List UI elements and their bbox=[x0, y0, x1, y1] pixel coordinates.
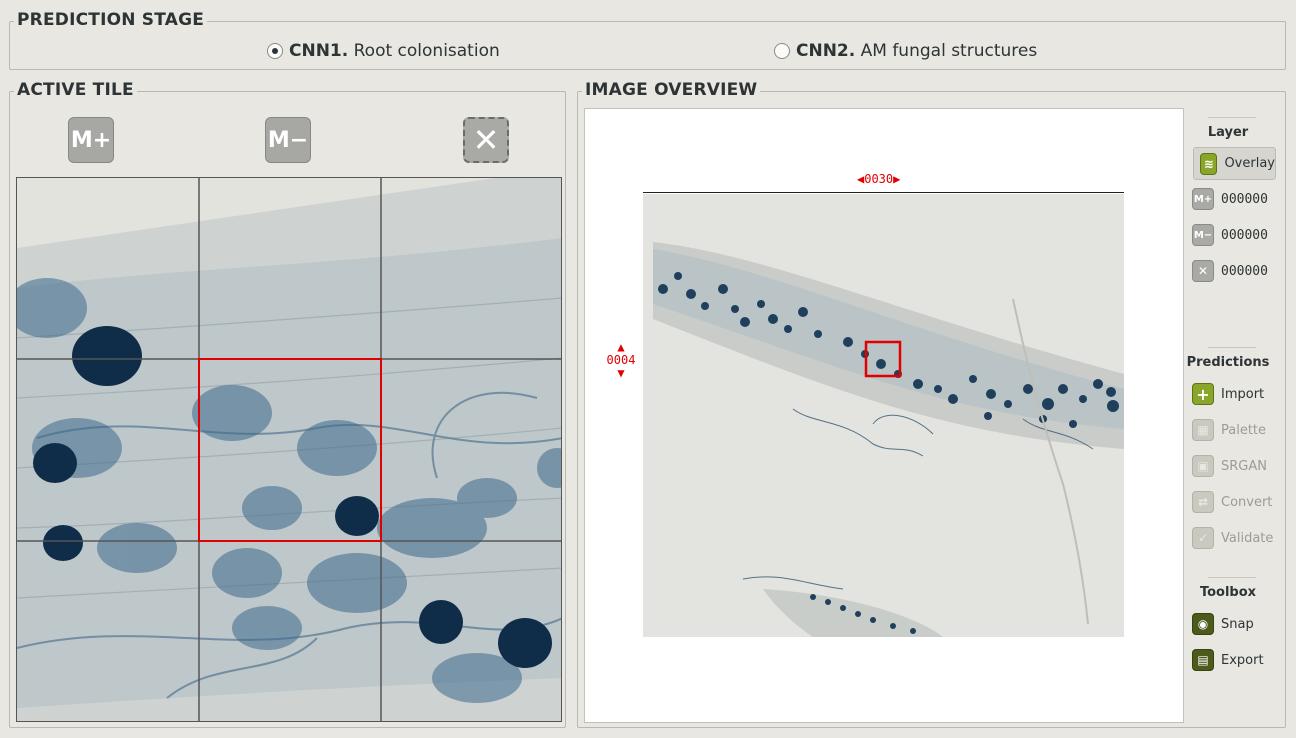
toolbox-separator bbox=[1208, 577, 1256, 578]
cnn2-label-bold: CNN2. bbox=[796, 41, 856, 61]
tile-image-svg bbox=[17, 178, 561, 721]
radio-checked-icon[interactable] bbox=[267, 43, 283, 59]
convert-label: Convert bbox=[1221, 494, 1273, 510]
m-plus-button[interactable]: M+ bbox=[68, 117, 114, 163]
convert-icon: ⇄ bbox=[1192, 491, 1214, 513]
srgan-label: SRGAN bbox=[1221, 458, 1267, 474]
cnn1-label-bold: CNN1. bbox=[289, 41, 349, 61]
overview-image[interactable] bbox=[643, 194, 1124, 637]
image-overview-group: IMAGE OVERVIEW ◀0030▶ ▲ 0004 ▼ Layer ≋ O… bbox=[577, 80, 1286, 728]
clear-count: 000000 bbox=[1221, 263, 1268, 279]
m-minus-icon: M− bbox=[1192, 224, 1214, 246]
validate-label: Validate bbox=[1221, 530, 1274, 546]
overview-top-rule bbox=[643, 192, 1124, 193]
clear-layer[interactable]: ✕ 000000 bbox=[1192, 258, 1268, 284]
arrow-down-icon: ▼ bbox=[617, 366, 625, 380]
radio-unchecked-icon[interactable] bbox=[774, 43, 790, 59]
x-coordinate-value: 0030 bbox=[864, 172, 894, 186]
srgan-button[interactable]: ▣ SRGAN bbox=[1192, 453, 1267, 479]
predictions-section-title: Predictions bbox=[1186, 355, 1270, 370]
snap-button[interactable]: ◉ Snap bbox=[1192, 611, 1254, 637]
layers-icon: ≋ bbox=[1200, 152, 1218, 175]
m-plus-icon: M+ bbox=[1192, 188, 1214, 210]
predictions-separator bbox=[1208, 347, 1256, 348]
palette-label: Palette bbox=[1221, 422, 1267, 438]
m-minus-layer[interactable]: M− 000000 bbox=[1192, 222, 1268, 248]
export-icon: ▤ bbox=[1192, 649, 1214, 671]
plus-icon: + bbox=[1192, 383, 1214, 405]
srgan-icon: ▣ bbox=[1192, 455, 1214, 477]
m-plus-layer[interactable]: M+ 000000 bbox=[1192, 186, 1268, 212]
validate-button[interactable]: ✓ Validate bbox=[1192, 525, 1273, 551]
clear-icon: ✕ bbox=[1192, 260, 1214, 282]
import-label: Import bbox=[1221, 386, 1265, 402]
palette-button[interactable]: ▦ Palette bbox=[1192, 417, 1266, 443]
overlay-toggle[interactable]: ≋ Overlay bbox=[1193, 147, 1276, 180]
clear-button[interactable]: ✕ bbox=[463, 117, 509, 163]
overlay-label: Overlay bbox=[1224, 156, 1275, 171]
cnn1-label: Root colonisation bbox=[348, 41, 500, 61]
radio-cnn2[interactable]: CNN2. AM fungal structures bbox=[774, 41, 1037, 61]
x-coordinate-indicator: ◀0030▶ bbox=[857, 172, 900, 186]
validate-icon: ✓ bbox=[1192, 527, 1214, 549]
arrow-right-icon: ▶ bbox=[893, 172, 901, 186]
overview-canvas[interactable]: ◀0030▶ ▲ 0004 ▼ bbox=[584, 108, 1184, 723]
snap-label: Snap bbox=[1221, 616, 1254, 632]
layer-separator bbox=[1208, 117, 1256, 118]
palette-icon: ▦ bbox=[1192, 419, 1214, 441]
active-tile-group: ACTIVE TILE M+ M− ✕ bbox=[9, 80, 566, 728]
radio-cnn1[interactable]: CNN1. Root colonisation bbox=[267, 41, 500, 61]
active-tile-title: ACTIVE TILE bbox=[14, 80, 137, 100]
active-tile-image[interactable] bbox=[16, 177, 562, 722]
prediction-stage-group: PREDICTION STAGE CNN1. Root colonisation… bbox=[9, 10, 1286, 70]
import-button[interactable]: + Import bbox=[1192, 381, 1264, 407]
camera-icon: ◉ bbox=[1192, 613, 1214, 635]
prediction-stage-title: PREDICTION STAGE bbox=[14, 10, 208, 30]
convert-button[interactable]: ⇄ Convert bbox=[1192, 489, 1272, 515]
layer-section-title: Layer bbox=[1207, 125, 1249, 140]
export-button[interactable]: ▤ Export bbox=[1192, 647, 1264, 673]
toolbox-section-title: Toolbox bbox=[1199, 585, 1257, 600]
m-minus-button[interactable]: M− bbox=[265, 117, 311, 163]
export-label: Export bbox=[1221, 652, 1264, 668]
image-overview-title: IMAGE OVERVIEW bbox=[582, 80, 761, 100]
y-coordinate-indicator: ▲ 0004 ▼ bbox=[606, 341, 636, 380]
m-plus-count: 000000 bbox=[1221, 191, 1268, 207]
m-minus-count: 000000 bbox=[1221, 227, 1268, 243]
cnn2-label: AM fungal structures bbox=[855, 41, 1038, 61]
